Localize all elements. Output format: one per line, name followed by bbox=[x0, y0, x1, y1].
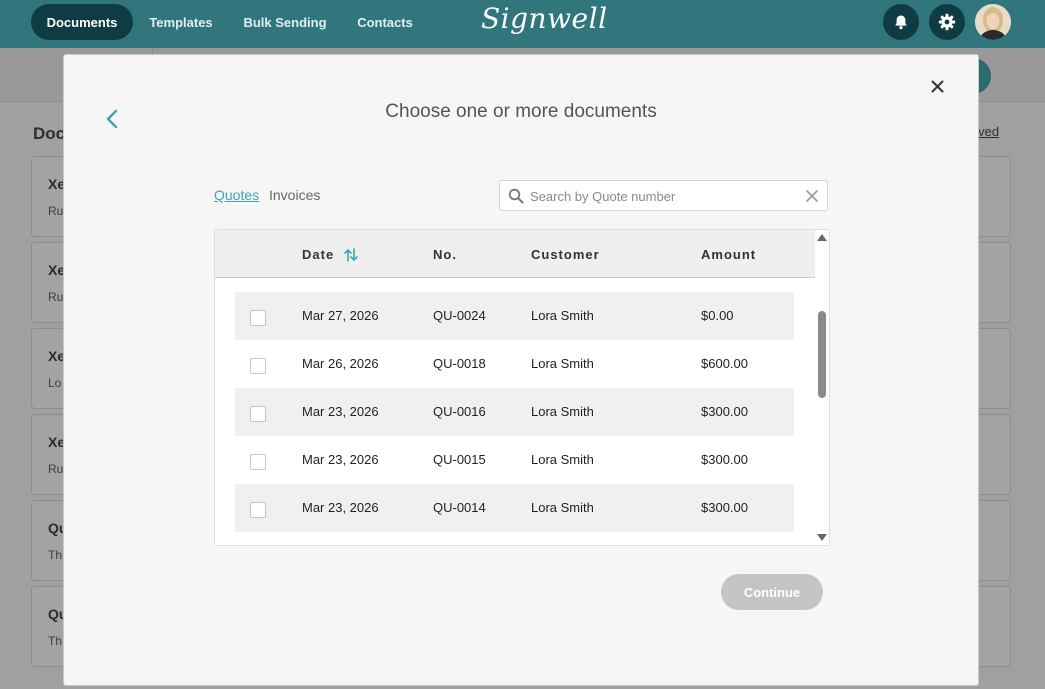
row-customer: Lora Smith bbox=[531, 500, 594, 515]
document-card-subtitle: Th bbox=[48, 634, 63, 648]
settings-button[interactable] bbox=[929, 4, 965, 40]
bell-icon bbox=[895, 15, 907, 30]
row-amount: $300.00 bbox=[701, 404, 748, 419]
row-checkbox[interactable] bbox=[250, 454, 266, 470]
document-card-subtitle: Th bbox=[48, 548, 63, 562]
scrollbar-thumb[interactable] bbox=[818, 311, 826, 398]
row-checkbox[interactable] bbox=[250, 502, 266, 518]
row-number: QU-0018 bbox=[433, 356, 486, 371]
row-date: Mar 27, 2026 bbox=[302, 308, 379, 323]
search-box bbox=[499, 180, 828, 211]
row-amount: $300.00 bbox=[701, 452, 748, 467]
row-checkbox[interactable] bbox=[250, 358, 266, 374]
column-date-header[interactable]: Date bbox=[302, 247, 334, 262]
row-amount: $300.00 bbox=[701, 500, 748, 515]
row-number: QU-0015 bbox=[433, 452, 486, 467]
avatar-photo bbox=[975, 4, 1011, 40]
row-date: Mar 26, 2026 bbox=[302, 356, 379, 371]
search-icon bbox=[508, 188, 524, 204]
table-header: Date No. Customer Amount bbox=[215, 230, 815, 278]
choose-documents-modal: Choose one or more documents Quotes Invo… bbox=[63, 54, 979, 686]
scroll-up-arrow-icon[interactable] bbox=[817, 234, 827, 241]
nav-bulk-sending[interactable]: Bulk Sending bbox=[232, 4, 338, 40]
sort-icon[interactable] bbox=[343, 247, 359, 263]
close-icon bbox=[931, 80, 943, 92]
row-amount: $0.00 bbox=[701, 308, 734, 323]
table-row[interactable]: Mar 23, 2026 QU-0016 Lora Smith $300.00 bbox=[235, 388, 794, 436]
document-card-subtitle: Ru bbox=[48, 462, 64, 476]
signwell-logo[interactable]: Signwell bbox=[481, 2, 608, 35]
document-card-subtitle: Lo bbox=[48, 376, 62, 390]
table-row[interactable]: Mar 23, 2026 QU-0014 Lora Smith $300.00 bbox=[235, 484, 794, 532]
table-row[interactable]: Mar 23, 2026 QU-0015 Lora Smith $300.00 bbox=[235, 436, 794, 484]
nav-contacts[interactable]: Contacts bbox=[345, 4, 425, 40]
row-customer: Lora Smith bbox=[531, 308, 594, 323]
quotes-table: Date No. Customer Amount Mar 27, 2026 QU… bbox=[214, 229, 830, 546]
gear-icon bbox=[938, 13, 956, 31]
row-customer: Lora Smith bbox=[531, 404, 594, 419]
row-checkbox[interactable] bbox=[250, 406, 266, 422]
scroll-down-arrow-icon[interactable] bbox=[817, 534, 827, 541]
nav-documents[interactable]: Documents bbox=[31, 4, 133, 40]
top-navigation-bar: Documents Templates Bulk Sending Contact… bbox=[0, 0, 1045, 48]
column-amount-header: Amount bbox=[701, 247, 757, 262]
close-button[interactable] bbox=[926, 75, 948, 97]
row-checkbox[interactable] bbox=[250, 310, 266, 326]
table-row[interactable]: Mar 26, 2026 QU-0018 Lora Smith $600.00 bbox=[235, 340, 794, 388]
clear-search-icon[interactable] bbox=[805, 189, 819, 203]
row-customer: Lora Smith bbox=[531, 356, 594, 371]
modal-title: Choose one or more documents bbox=[385, 101, 657, 122]
document-card-subtitle: Ru bbox=[48, 204, 64, 218]
row-amount: $600.00 bbox=[701, 356, 748, 371]
row-number: QU-0024 bbox=[433, 308, 486, 323]
user-avatar[interactable] bbox=[975, 4, 1011, 40]
notifications-button[interactable] bbox=[883, 4, 919, 40]
table-row[interactable]: Mar 27, 2026 QU-0024 Lora Smith $0.00 bbox=[235, 292, 794, 340]
nav-templates[interactable]: Templates bbox=[137, 4, 225, 40]
column-customer-header: Customer bbox=[531, 247, 600, 262]
document-card-subtitle: Ru bbox=[48, 290, 64, 304]
row-number: QU-0014 bbox=[433, 500, 486, 515]
page-title: Doc bbox=[33, 124, 66, 143]
row-date: Mar 23, 2026 bbox=[302, 452, 379, 467]
continue-button[interactable]: Continue bbox=[721, 574, 823, 610]
tab-invoices[interactable]: Invoices bbox=[269, 187, 320, 203]
row-date: Mar 23, 2026 bbox=[302, 500, 379, 515]
row-customer: Lora Smith bbox=[531, 452, 594, 467]
tab-quotes[interactable]: Quotes bbox=[214, 187, 259, 203]
column-number-header: No. bbox=[433, 247, 457, 262]
row-date: Mar 23, 2026 bbox=[302, 404, 379, 419]
row-number: QU-0016 bbox=[433, 404, 486, 419]
search-input[interactable] bbox=[530, 186, 800, 206]
